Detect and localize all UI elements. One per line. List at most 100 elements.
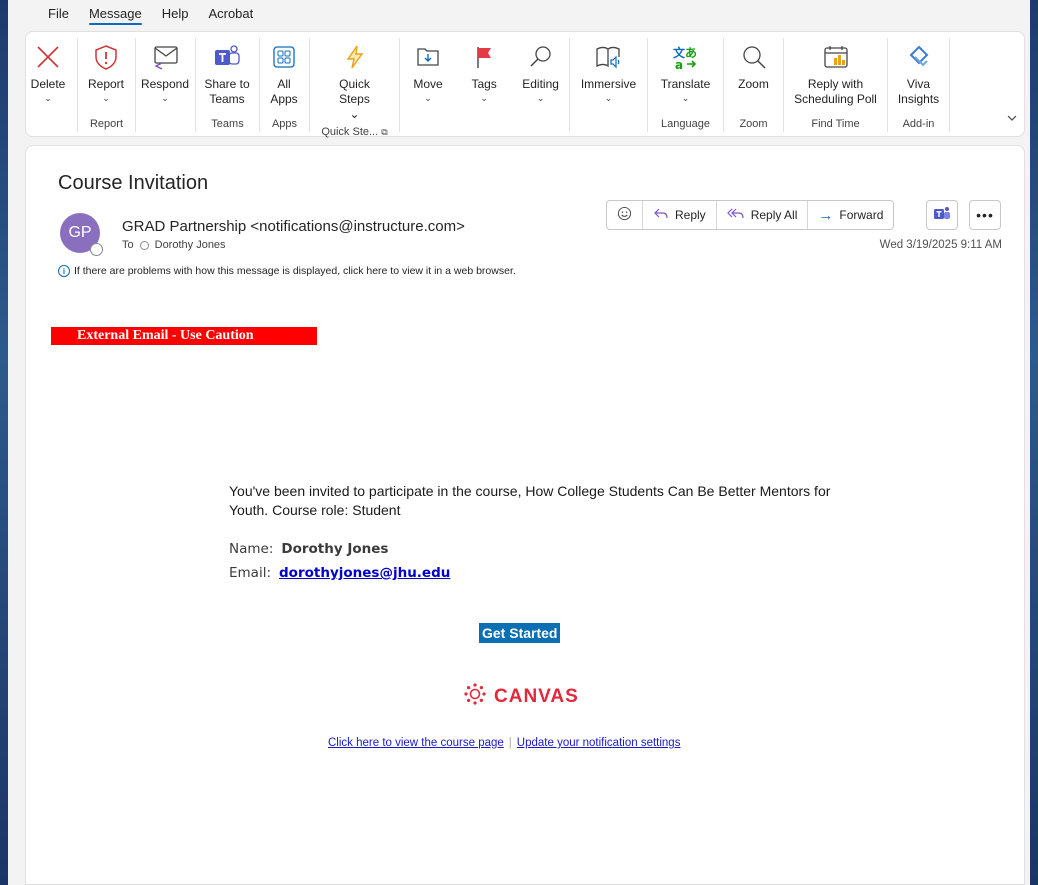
view-in-browser-notice[interactable]: i If there are problems with how this me… bbox=[58, 265, 516, 277]
envelope-reply-icon bbox=[148, 40, 182, 74]
report-button[interactable]: Report ⌄ bbox=[78, 38, 134, 116]
zoom-label: Zoom bbox=[738, 77, 769, 91]
presence-status-icon bbox=[90, 243, 103, 256]
group-respond: Respond ⌄ bbox=[136, 38, 196, 132]
group-label-zoom: Zoom bbox=[739, 118, 768, 130]
tags-label: Tags bbox=[471, 77, 497, 91]
teams-chat-button[interactable] bbox=[926, 200, 958, 230]
avatar-initials: GP bbox=[68, 224, 92, 241]
immersive-button[interactable]: Immersive ⌄ bbox=[577, 38, 640, 116]
canvas-logo-text: CANVAS bbox=[494, 686, 579, 707]
all-apps-button[interactable]: All Apps bbox=[260, 38, 308, 116]
group-label-add-in: Add-in bbox=[902, 118, 935, 130]
group-teams: Share to Teams Teams bbox=[196, 38, 260, 132]
reply-all-label: Reply All bbox=[750, 208, 798, 222]
group-label-teams: Teams bbox=[211, 118, 244, 130]
sender-name[interactable]: GRAD Partnership <notifications@instruct… bbox=[122, 218, 465, 235]
scheduling-poll-label: Reply with Scheduling Poll bbox=[794, 77, 877, 106]
chevron-down-icon: ⌄ bbox=[536, 93, 545, 103]
calendar-poll-icon bbox=[819, 40, 853, 74]
group-delete: Delete ⌄ bbox=[26, 38, 78, 132]
move-button[interactable]: Move ⌄ bbox=[406, 38, 450, 116]
reply-arrow-icon bbox=[653, 206, 669, 224]
immersive-label: Immersive bbox=[580, 77, 637, 91]
viva-insights-label: Viva Insights bbox=[897, 77, 940, 106]
forward-button[interactable]: → Forward bbox=[808, 201, 893, 229]
group-find-time: Reply with Scheduling Poll Find Time bbox=[784, 38, 888, 132]
email-link[interactable]: dorothyjones@jhu.edu bbox=[279, 565, 450, 581]
footer-links: Click here to view the course page | Updat… bbox=[328, 737, 680, 749]
dialog-launcher-icon[interactable]: ⧉ bbox=[381, 127, 387, 137]
canvas-logo-icon bbox=[464, 683, 486, 711]
group-add-in: Viva Insights Add-in bbox=[888, 38, 950, 132]
all-apps-label: All Apps bbox=[270, 77, 298, 106]
translate-label: Translate bbox=[660, 77, 711, 91]
svg-text:あ: あ bbox=[685, 46, 697, 60]
editing-button[interactable]: Editing ⌄ bbox=[518, 38, 563, 116]
chevron-down-icon: ⌄ bbox=[681, 93, 690, 103]
chevron-down-icon: ⌄ bbox=[44, 93, 52, 103]
group-label-quick-steps: Quick Ste... ⧉ bbox=[321, 126, 388, 138]
quick-steps-label: Quick Steps ⌄ bbox=[339, 77, 370, 121]
email-label: Email: bbox=[229, 565, 272, 581]
chevron-down-icon: ⌄ bbox=[604, 93, 613, 103]
reading-pane: Course Invitation GP GRAD Partnership <n… bbox=[25, 145, 1025, 885]
received-date: Wed 3/19/2025 9:11 AM bbox=[879, 239, 1002, 251]
forward-arrow-icon: → bbox=[818, 206, 834, 224]
svg-text:a: a bbox=[675, 58, 683, 71]
translate-button[interactable]: 文あa Translate ⌄ bbox=[657, 38, 715, 116]
move-label: Move bbox=[413, 77, 443, 91]
more-options-button[interactable]: ••• bbox=[969, 200, 1001, 230]
notification-settings-link[interactable]: Update your notification settings bbox=[517, 737, 681, 749]
link-separator: | bbox=[508, 737, 512, 749]
email-field: Email: dorothyjones@jhu.edu bbox=[229, 565, 450, 581]
reply-label: Reply bbox=[675, 208, 706, 222]
reply-all-button[interactable]: Reply All bbox=[717, 201, 809, 229]
group-label-report: Report bbox=[89, 118, 124, 130]
group-label-immersive bbox=[570, 116, 647, 132]
flag-icon bbox=[467, 40, 501, 74]
view-course-link[interactable]: Click here to view the course page bbox=[328, 737, 504, 749]
email-subject: Course Invitation bbox=[58, 172, 209, 194]
share-to-teams-label: Share to Teams bbox=[204, 77, 250, 106]
ribbon: Delete ⌄ Report ⌄ Report Respond ⌄ Share… bbox=[25, 31, 1025, 138]
menu-message[interactable]: Message bbox=[79, 0, 152, 28]
zoom-button[interactable]: Zoom bbox=[732, 38, 776, 116]
view-in-browser-text: If there are problems with how this mess… bbox=[74, 265, 516, 277]
respond-button[interactable]: Respond ⌄ bbox=[136, 38, 194, 116]
group-move-tags-editing: Move ⌄ Tags ⌄ Editing ⌄ bbox=[400, 38, 570, 132]
zoom-icon bbox=[737, 40, 771, 74]
teams-icon bbox=[933, 206, 951, 225]
ellipsis-icon: ••• bbox=[976, 207, 994, 223]
group-label-apps: Apps bbox=[271, 118, 298, 130]
group-label-respond bbox=[136, 116, 195, 132]
react-button[interactable] bbox=[607, 201, 643, 229]
emoji-icon bbox=[617, 206, 632, 224]
name-field: Name: Dorothy Jones bbox=[229, 541, 388, 557]
menu-help[interactable]: Help bbox=[152, 0, 199, 28]
scheduling-poll-button[interactable]: Reply with Scheduling Poll bbox=[787, 38, 885, 116]
viva-insights-button[interactable]: Viva Insights bbox=[891, 38, 947, 116]
delete-button[interactable]: Delete ⌄ bbox=[26, 38, 70, 116]
search-icon bbox=[524, 40, 558, 74]
delete-label: Delete bbox=[30, 77, 66, 91]
reply-button[interactable]: Reply bbox=[643, 201, 717, 229]
recipient-presence-icon bbox=[139, 240, 149, 250]
get-started-button[interactable]: Get Started bbox=[479, 623, 561, 643]
recipient-name[interactable]: Dorothy Jones bbox=[155, 239, 226, 251]
menu-acrobat[interactable]: Acrobat bbox=[198, 0, 263, 28]
menu-file[interactable]: File bbox=[38, 0, 79, 28]
quick-steps-button[interactable]: Quick Steps ⌄ bbox=[325, 38, 385, 124]
chevron-down-icon: ⌄ bbox=[161, 93, 169, 103]
outlook-window: File Message Help Acrobat Delete ⌄ Repor… bbox=[8, 0, 1030, 885]
sender-avatar[interactable]: GP bbox=[60, 213, 103, 256]
share-to-teams-button[interactable]: Share to Teams bbox=[196, 38, 258, 116]
chevron-down-icon: ⌄ bbox=[480, 93, 488, 103]
group-quick-steps: Quick Steps ⌄ Quick Ste... ⧉ bbox=[310, 38, 400, 138]
tags-button[interactable]: Tags ⌄ bbox=[462, 38, 506, 116]
invitation-text: You've been invited to participate in th… bbox=[229, 483, 831, 518]
canvas-logo: CANVAS bbox=[464, 683, 579, 711]
group-language: 文あa Translate ⌄ Language bbox=[648, 38, 724, 132]
ribbon-expand-chevron-icon[interactable] bbox=[1004, 110, 1020, 126]
report-shield-icon bbox=[89, 40, 123, 74]
